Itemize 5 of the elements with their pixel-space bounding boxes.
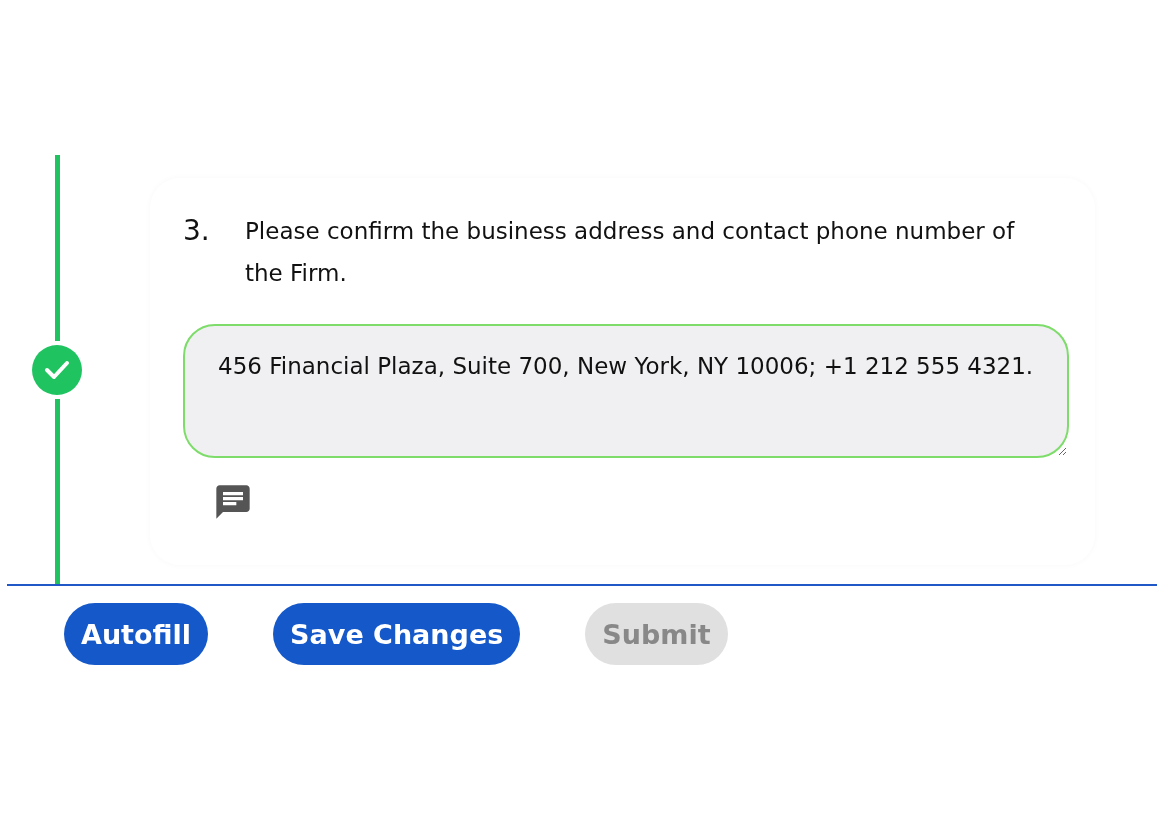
question-text: Please confirm the business address and contact phone number of the Firm. [245,217,1016,288]
action-button[interactable]: Autofill [64,603,209,665]
answer-field[interactable]: 456 Financial Plaza, Suite 700, New York, NY 10006; +1 212 555 4321. [183,324,1069,458]
action-button[interactable]: Save Changes [273,603,521,665]
question-number: 3. [183,213,211,249]
